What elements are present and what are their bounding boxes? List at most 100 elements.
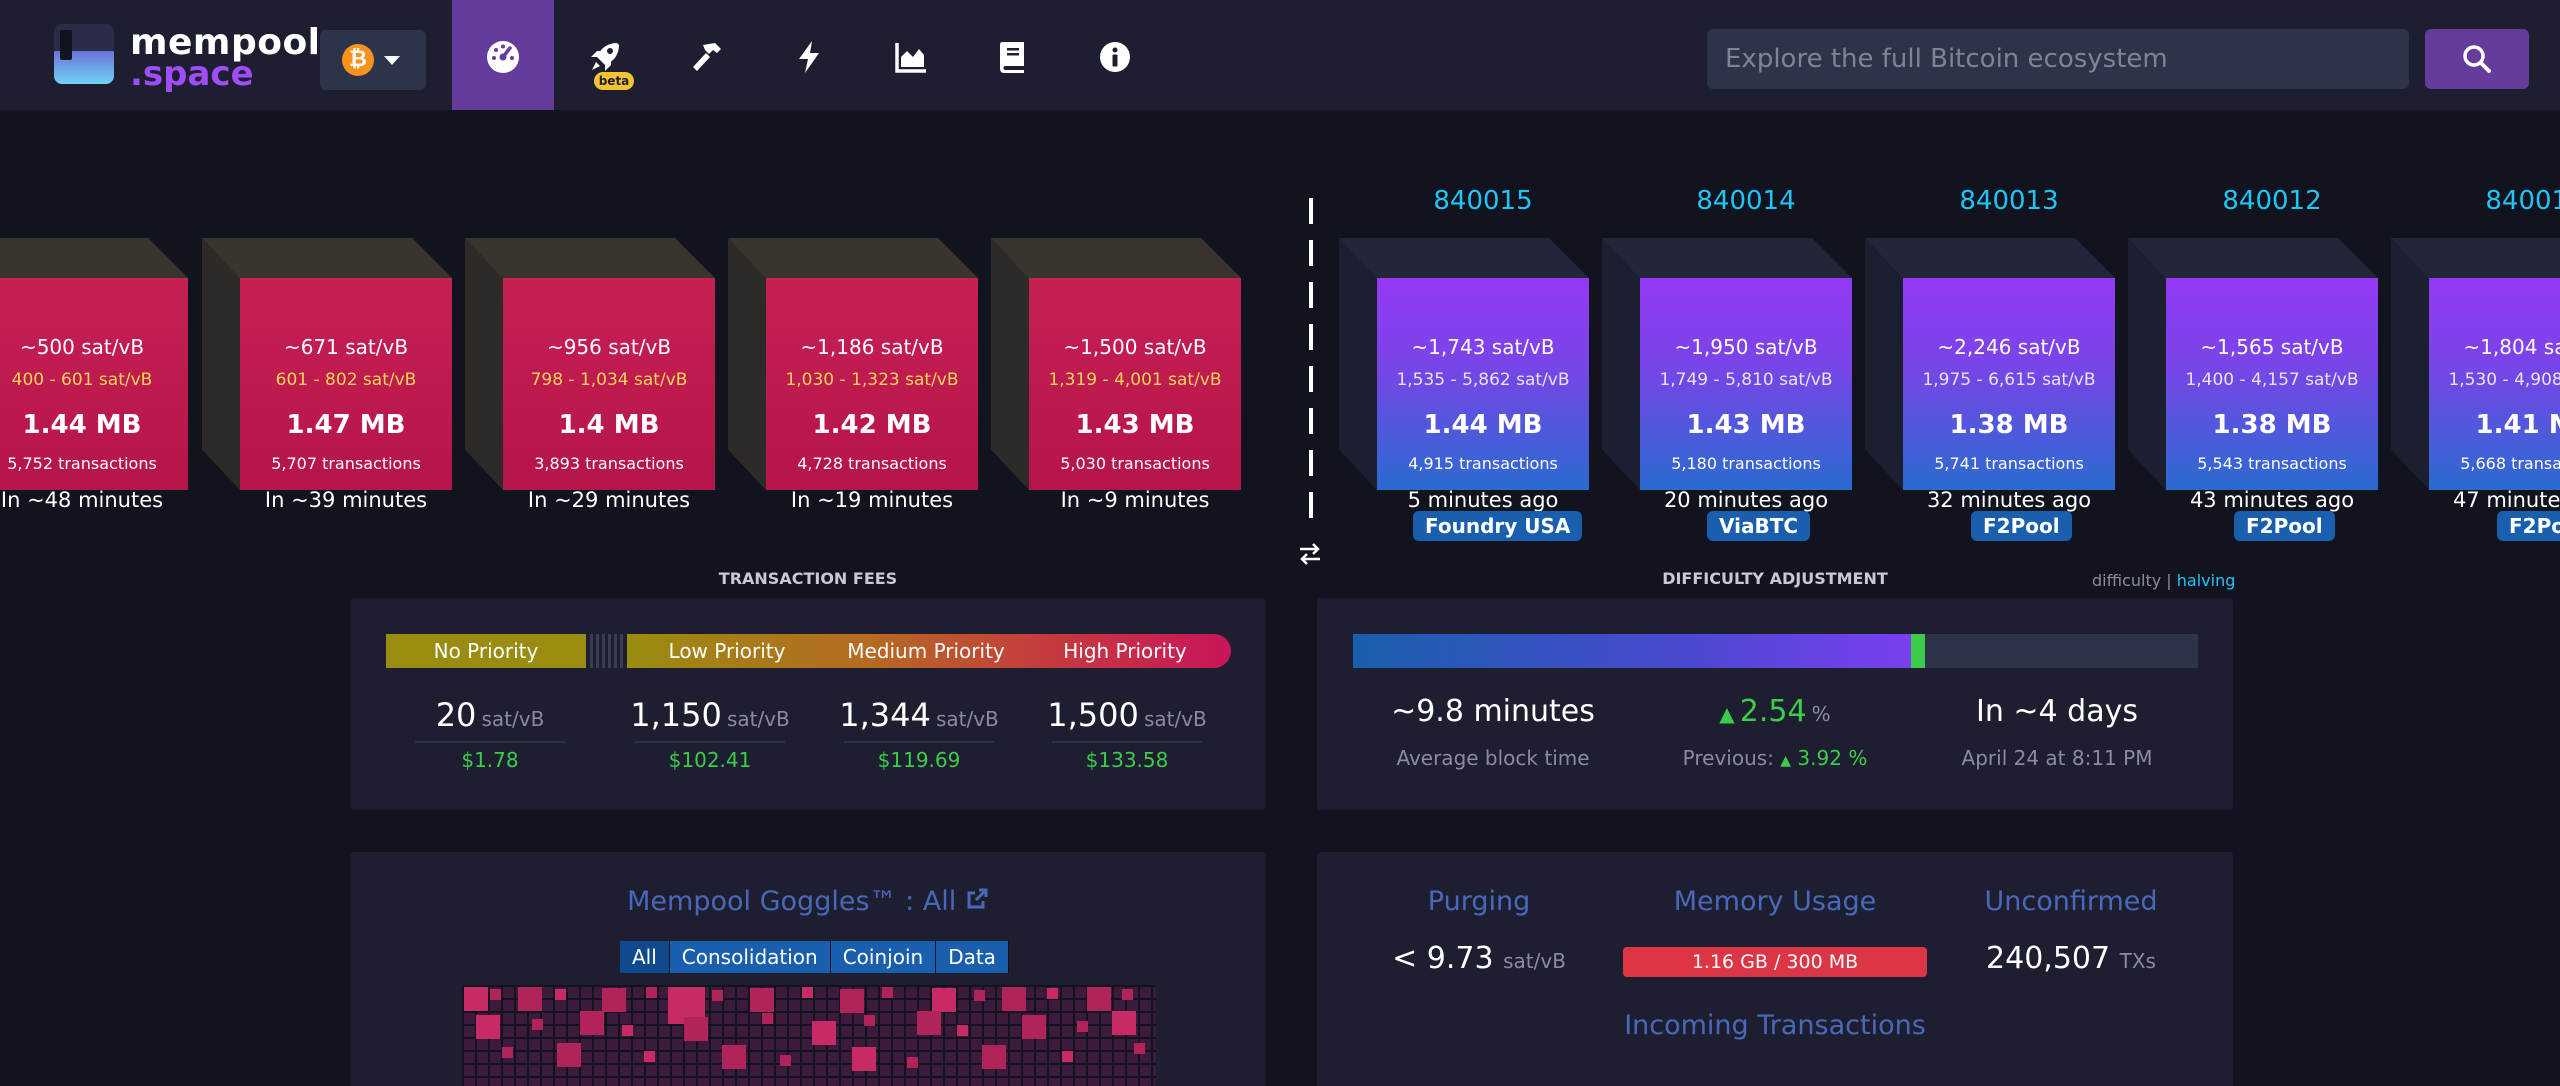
transaction-square[interactable] [555,989,566,1000]
fee-usd: $133.58 [1085,748,1169,772]
difficulty-progress-bar [1353,634,2198,668]
fee-estimate: 1,150 sat/vB [630,696,790,734]
mined-block[interactable]: ~1,804 sat/vB 1,530 - 4,908 sat/vB 1.41 … [2391,238,2560,512]
mempool-block[interactable]: ~500 sat/vB 400 - 601 sat/vB 1.44 MB 5,7… [0,238,188,512]
block-size: 1.38 MB [2212,410,2332,440]
transaction-square[interactable] [780,1055,791,1066]
transaction-square[interactable] [684,1017,708,1041]
transaction-square[interactable] [802,987,813,998]
pool-badge[interactable]: ViaBTC [1707,511,1811,541]
pool-badge[interactable]: F2Pool [2497,511,2560,541]
transaction-square[interactable] [762,1013,773,1024]
block-height[interactable]: 840013 [1903,186,2115,216]
block-fee-range: 400 - 601 sat/vB [11,370,153,390]
transaction-square[interactable] [957,1025,968,1036]
fee-divider [844,741,994,743]
transaction-square[interactable] [557,1043,581,1067]
block-median-fee: ~956 sat/vB [546,335,672,359]
block-height[interactable]: 840014 [1640,186,1852,216]
filter-consolidation[interactable]: Consolidation [669,941,831,973]
transaction-square[interactable] [490,989,501,1000]
transaction-square[interactable] [580,1011,604,1035]
transaction-square[interactable] [1112,1011,1136,1035]
transaction-square[interactable] [602,988,626,1012]
block-fee-range: 798 - 1,034 sat/vB [530,370,688,390]
search-button[interactable] [2425,29,2529,89]
block-face: ~1,565 sat/vB 1,400 - 4,157 sat/vB 1.38 … [2166,278,2378,512]
fee-estimate: 1,344 sat/vB [839,696,999,734]
goggles-title[interactable]: Mempool Goggles™ : All [350,886,1266,917]
transaction-square[interactable] [750,988,774,1012]
filter-coinjoin[interactable]: Coinjoin [830,941,937,973]
transaction-square[interactable] [917,1011,941,1035]
pool-badge[interactable]: F2Pool [2234,511,2335,541]
transaction-square[interactable] [1002,987,1026,1011]
mempool-block[interactable]: ~956 sat/vB 798 - 1,034 sat/vB 1.4 MB 3,… [465,238,715,512]
block-tx-count: 5,752 transactions [7,454,157,473]
nav-mining[interactable] [656,0,758,110]
block-side [465,238,503,490]
transaction-square[interactable] [1122,989,1133,1000]
nav-docs[interactable] [962,0,1064,110]
transaction-square[interactable] [712,990,723,1001]
nav-graphs[interactable] [860,0,962,110]
transaction-square[interactable] [722,1045,746,1069]
transaction-square[interactable] [1077,1021,1088,1032]
block-top [991,238,1241,278]
mined-block[interactable]: ~2,246 sat/vB 1,975 - 6,615 sat/vB 1.38 … [1865,238,2115,512]
block-height[interactable]: 840012 [2166,186,2378,216]
transaction-square[interactable] [852,1047,876,1071]
nav-about[interactable] [1064,0,1166,110]
search-input[interactable] [1707,29,2409,89]
transaction-square[interactable] [476,1015,500,1039]
block-height[interactable]: 840015 [1377,186,1589,216]
transaction-square[interactable] [1087,987,1111,1011]
difficulty-tab[interactable]: difficulty [2092,571,2161,590]
nav-dashboard[interactable] [452,0,554,110]
mempool-block[interactable]: ~671 sat/vB 601 - 802 sat/vB 1.47 MB 5,7… [202,238,452,512]
unconfirmed-label: Unconfirmed [1984,886,2158,917]
mempool-block[interactable]: ~1,500 sat/vB 1,319 - 4,001 sat/vB 1.43 … [991,238,1241,512]
swap-direction-icon[interactable] [1296,540,1324,568]
block-height[interactable]: 840011 [2429,186,2560,216]
transaction-square[interactable] [622,1025,633,1036]
nav-accelerator[interactable]: beta [554,0,656,110]
block-size: 1.43 MB [1686,410,1806,440]
pool-badge[interactable]: Foundry USA [1413,511,1583,541]
transaction-square[interactable] [1022,1015,1046,1039]
transaction-square[interactable] [502,1047,513,1058]
transaction-square[interactable] [974,990,985,1001]
transaction-square[interactable] [1134,1043,1145,1054]
transaction-square[interactable] [932,988,956,1012]
mempool-block[interactable]: ~1,186 sat/vB 1,030 - 1,323 sat/vB 1.42 … [728,238,978,512]
transaction-square[interactable] [982,1045,1006,1069]
pool-badge[interactable]: F2Pool [1971,511,2072,541]
block-fee-range: 1,530 - 4,908 sat/vB [2448,370,2560,390]
network-selector[interactable]: ₿ [320,30,426,90]
fee-value: 20 [435,696,477,734]
transaction-square[interactable] [644,1051,655,1062]
filter-all[interactable]: All [620,941,670,973]
mined-block[interactable]: ~1,950 sat/vB 1,749 - 5,810 sat/vB 1.43 … [1602,238,1852,512]
info-icon [1095,37,1135,77]
transaction-square[interactable] [840,989,864,1013]
transaction-square[interactable] [464,987,488,1011]
nav-lightning[interactable] [758,0,860,110]
block-face: ~1,743 sat/vB 1,535 - 5,862 sat/vB 1.44 … [1377,278,1589,512]
transaction-square[interactable] [532,1019,543,1030]
transaction-square[interactable] [646,987,657,998]
transaction-square[interactable] [1047,988,1058,999]
mined-block[interactable]: ~1,565 sat/vB 1,400 - 4,157 sat/vB 1.38 … [2128,238,2378,512]
mempool-block-visualization[interactable] [462,985,1156,1086]
mined-block[interactable]: ~1,743 sat/vB 1,535 - 5,862 sat/vB 1.44 … [1339,238,1589,512]
logo[interactable]: mempool .space [54,22,320,94]
halving-tab[interactable]: halving [2177,571,2236,590]
transaction-square[interactable] [518,987,542,1011]
transaction-square[interactable] [812,1021,836,1045]
transaction-square[interactable] [864,1015,875,1026]
transaction-square[interactable] [882,987,893,998]
book-icon [993,37,1033,77]
filter-data[interactable]: Data [936,941,1009,973]
transaction-square[interactable] [907,1057,918,1068]
transaction-square[interactable] [1062,1051,1073,1062]
